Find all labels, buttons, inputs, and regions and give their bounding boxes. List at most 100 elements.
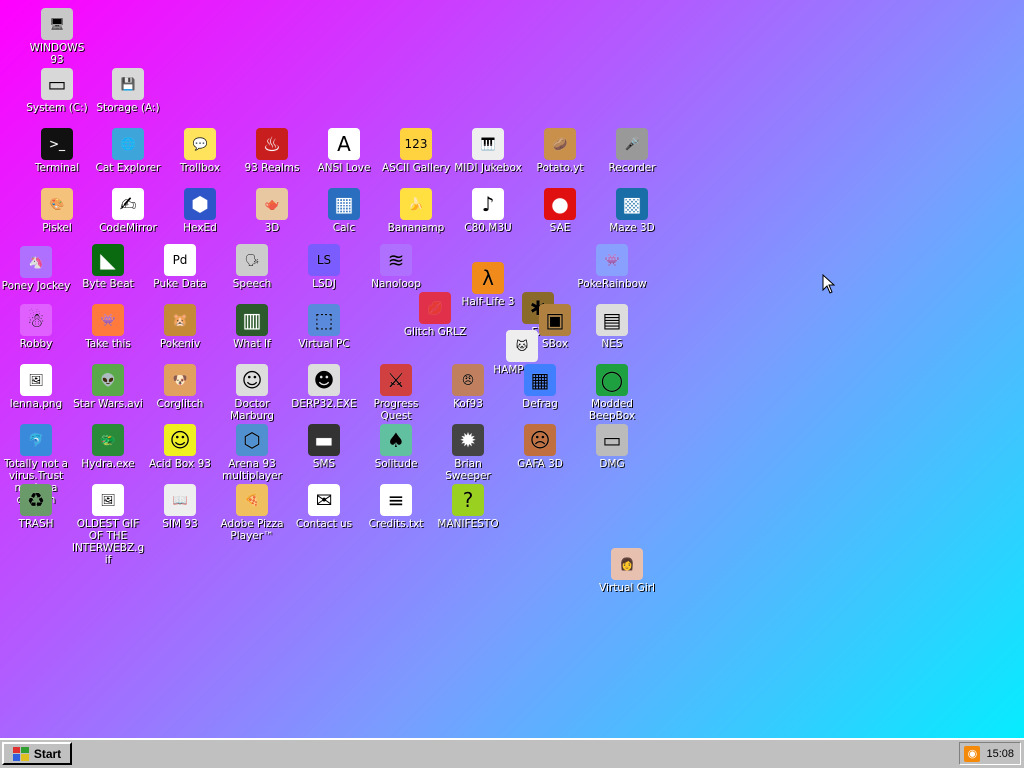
icon-label: What If bbox=[233, 338, 271, 350]
desktop-icon-trollbox[interactable]: 💬 Trollbox bbox=[165, 128, 235, 174]
desktop-icon-3d[interactable]: 🫖 3D bbox=[237, 188, 307, 234]
start-button[interactable]: Start bbox=[2, 742, 72, 765]
desktop-icon-contact-us[interactable]: ✉ Contact us bbox=[289, 484, 359, 530]
icon-label: SBox bbox=[541, 338, 569, 350]
desktop-icon-dmg[interactable]: ▭ DMG bbox=[577, 424, 647, 470]
desktop-icon-virtual-girl[interactable]: 👩 Virtual Girl bbox=[592, 548, 662, 594]
icon-label: Byte Beat bbox=[82, 278, 134, 290]
desktop-icon-cat-explorer[interactable]: 🌐 Cat Explorer bbox=[93, 128, 163, 174]
desktop-icon-sae[interactable]: ● SAE bbox=[525, 188, 595, 234]
icon-label: C80.M3U bbox=[464, 222, 512, 234]
desktop-icon-speech[interactable]: 🗣 Speech bbox=[217, 244, 287, 290]
speech-face-icon: 🗣 bbox=[236, 244, 268, 276]
desktop-icon-defrag[interactable]: ▦ Defrag bbox=[505, 364, 575, 410]
desktop[interactable]: 🖥 WINDOWS 93 ▭ System (C:) 💾 Storage (A:) >… bbox=[0, 0, 1024, 738]
yoda-icon: 👽 bbox=[92, 364, 124, 396]
icon-label: GAFA 3D bbox=[517, 458, 563, 470]
desktop-icon-maze-3d[interactable]: ▩ Maze 3D bbox=[597, 188, 667, 234]
icon-label: Poney Jockey bbox=[1, 280, 71, 292]
desktop-icon-ansi-love[interactable]: A ANSI Love bbox=[309, 128, 379, 174]
desktop-icon-piskel[interactable]: 🎨 Piskel bbox=[22, 188, 92, 234]
desktop-icon-puke-data[interactable]: Pd Puke Data bbox=[145, 244, 215, 290]
desktop-icon-calc[interactable]: ▦ Calc bbox=[309, 188, 379, 234]
desktop-icon-brian-sweeper[interactable]: ✹ Brian Sweeper bbox=[433, 424, 503, 482]
desktop-icon-c80-m3u[interactable]: ♪ C80.M3U bbox=[453, 188, 523, 234]
desktop-icon-progress-quest[interactable]: ⚔ Progress Quest bbox=[361, 364, 431, 422]
icon-label: Kof93 bbox=[453, 398, 483, 410]
cube-icon: ⬡ bbox=[236, 424, 268, 456]
desktop-icon-virtual-pc[interactable]: ⬚ Virtual PC bbox=[289, 304, 359, 350]
desktop-icon-solitude[interactable]: ♠ Solitude bbox=[361, 424, 431, 470]
desktop-icon-byte-beat[interactable]: ◣ Byte Beat bbox=[73, 244, 143, 290]
desktop-icon-sim-93[interactable]: 📖 SIM 93 bbox=[145, 484, 215, 530]
icon-label: Virtual PC bbox=[298, 338, 350, 350]
desktop-icon-star-wars[interactable]: 👽 Star Wars.avi bbox=[73, 364, 143, 410]
desktop-icon-bananamp[interactable]: 🍌 Bananamp bbox=[381, 188, 451, 234]
desktop-icon-pokerainbow[interactable]: 👾 PokeRainbow bbox=[577, 244, 647, 290]
desktop-icon-poney-jockey[interactable]: 🦄 Poney Jockey bbox=[1, 246, 71, 292]
desktop-icon-doctor-marburg[interactable]: ☺ Doctor Marburg bbox=[217, 364, 287, 422]
icon-label: 93 Realms bbox=[244, 162, 300, 174]
desktop-icon-sms[interactable]: ▬ SMS bbox=[289, 424, 359, 470]
green-ring-icon: ◯ bbox=[596, 364, 628, 396]
desktop-icon-kof93[interactable]: 😠 Kof93 bbox=[433, 364, 503, 410]
derp-monitor-icon: ☻ bbox=[308, 364, 340, 396]
desktop-icon-modded-beepbox[interactable]: ◯ Modded BeepBox bbox=[577, 364, 647, 422]
icon-label: Terminal bbox=[34, 162, 80, 174]
desktop-icon-recorder[interactable]: 🎤 Recorder bbox=[597, 128, 667, 174]
desktop-icon-adobe-pizza[interactable]: 🍕 Adobe Pizza Player™ bbox=[217, 484, 287, 542]
desktop-icon-system-c[interactable]: ▭ System (C:) bbox=[22, 68, 92, 114]
desktop-icon-hexed[interactable]: ⬢ HexEd bbox=[165, 188, 235, 234]
desktop-icon-potato-yt[interactable]: 🥔 Potato.yt bbox=[525, 128, 595, 174]
chat-bubble-icon: 💬 bbox=[184, 128, 216, 160]
start-label: Start bbox=[33, 746, 62, 761]
desktop-icon-storage-a[interactable]: 💾 Storage (A:) bbox=[93, 68, 163, 114]
desktop-icon-derp32[interactable]: ☻ DERP32.EXE bbox=[289, 364, 359, 410]
mine-icon: ✹ bbox=[452, 424, 484, 456]
desktop-icon-lsdj[interactable]: LS LSDJ bbox=[289, 244, 359, 290]
desktop-icon-take-this[interactable]: 👾 Take this bbox=[73, 304, 143, 350]
desktop-icon-credits[interactable]: ≡ Credits.txt bbox=[361, 484, 431, 530]
pony-icon: 🦄 bbox=[20, 246, 52, 278]
desktop-icon-glitch-grlz[interactable]: 💋 Glitch GRLZ bbox=[400, 292, 470, 338]
pd-icon: Pd bbox=[164, 244, 196, 276]
icon-label: Nanoloop bbox=[371, 278, 421, 290]
icon-label: ASCII Gallery bbox=[381, 162, 451, 174]
codemirror-icon: ✍ bbox=[112, 188, 144, 220]
desktop-icon-nanoloop[interactable]: ≋ Nanoloop bbox=[361, 244, 431, 290]
desktop-icon-pokeniv[interactable]: 🐹 Pokeniv bbox=[145, 304, 215, 350]
mail-pen-icon: ✉ bbox=[308, 484, 340, 516]
banana-icon: 🍌 bbox=[400, 188, 432, 220]
desktop-icon-93-realms[interactable]: ♨ 93 Realms bbox=[237, 128, 307, 174]
desktop-icon-robby[interactable]: ☃ Robby bbox=[1, 304, 71, 350]
desktop-icon-acid-box-93[interactable]: ☺ Acid Box 93 bbox=[145, 424, 215, 470]
desktop-icon-terminal[interactable]: >_ Terminal bbox=[22, 128, 92, 174]
icon-label: Modded BeepBox bbox=[588, 398, 636, 422]
desktop-icon-codemirror[interactable]: ✍ CodeMirror bbox=[93, 188, 163, 234]
icon-label: Glitch GRLZ bbox=[403, 326, 467, 338]
defrag-icon: ▦ bbox=[524, 364, 556, 396]
ascii-numbers-icon: 123 bbox=[400, 128, 432, 160]
desktop-icon-nes[interactable]: ▤ NES bbox=[577, 304, 647, 350]
desktop-icon-windows93[interactable]: 🖥 WINDOWS 93 bbox=[22, 8, 92, 66]
pokeniv-icon: 🐹 bbox=[164, 304, 196, 336]
start-logo-icon bbox=[12, 746, 29, 761]
icon-label: Arena 93 multiplayer bbox=[222, 458, 282, 482]
desktop-icon-corglitch[interactable]: 🐶 Corglitch bbox=[145, 364, 215, 410]
icon-label: NES bbox=[601, 338, 623, 350]
desktop-icon-ascii-gallery[interactable]: 123 ASCII Gallery bbox=[381, 128, 451, 174]
desktop-icon-lenna-png[interactable]: 🖼 lenna.png bbox=[1, 364, 71, 410]
checkered-ball-icon: ● bbox=[544, 188, 576, 220]
desktop-icon-gafa-3d[interactable]: ☹ GAFA 3D bbox=[505, 424, 575, 470]
desktop-icon-arena-93[interactable]: ⬡ Arena 93 multiplayer bbox=[217, 424, 287, 482]
rss-icon[interactable]: ◉ bbox=[964, 745, 981, 762]
system-tray: ◉ 15:08 bbox=[959, 742, 1021, 765]
icon-label: Bananamp bbox=[387, 222, 445, 234]
desktop-icon-midi-jukebox[interactable]: 🎹 MIDI Jukebox bbox=[453, 128, 523, 174]
desktop-icon-what-if[interactable]: ▥ What If bbox=[217, 304, 287, 350]
desktop-icon-hydra[interactable]: 🐲 Hydra.exe bbox=[73, 424, 143, 470]
desktop-icon-manifesto[interactable]: ? MANIFESTO bbox=[433, 484, 503, 530]
desktop-icon-trash[interactable]: ♻ TRASH bbox=[1, 484, 71, 530]
icon-label: Defrag bbox=[522, 398, 558, 410]
desktop-icon-oldest-gif[interactable]: 🖼 OLDEST GIF OF THE INTERWEBZ.gif bbox=[72, 484, 144, 566]
